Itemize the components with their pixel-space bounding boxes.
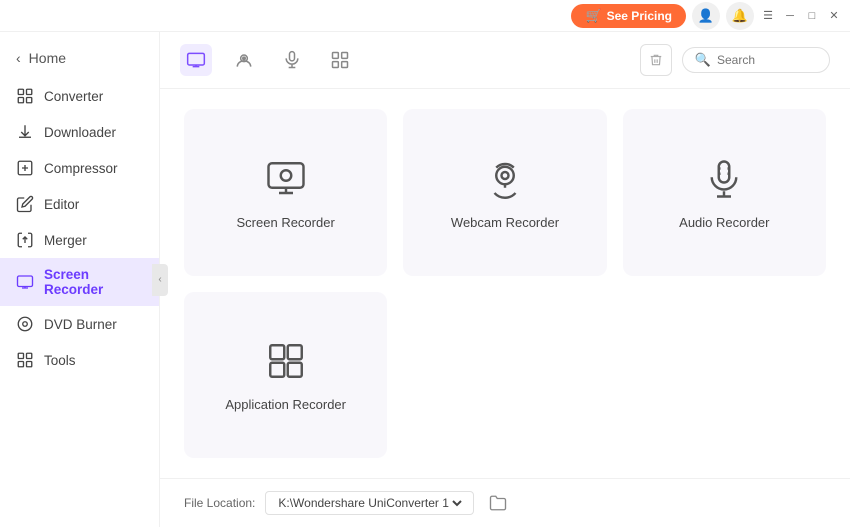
sidebar-item-compressor[interactable]: Compressor [0, 150, 159, 186]
merger-label: Merger [44, 233, 87, 248]
tools-label: Tools [44, 353, 76, 368]
pricing-label: See Pricing [607, 9, 672, 23]
screen-recorder-label: Screen Recorder [44, 267, 143, 297]
audio-recorder-card[interactable]: Audio Recorder [623, 109, 826, 276]
close-button[interactable]: ✕ [826, 8, 842, 24]
bell-icon[interactable]: 🔔 [726, 2, 754, 30]
downloader-icon [16, 123, 34, 141]
compressor-label: Compressor [44, 161, 118, 176]
minimize-button[interactable]: ─ [782, 8, 798, 24]
back-arrow-icon: ‹ [16, 50, 21, 66]
webcam-recorder-card-icon [481, 155, 529, 203]
tab-screen-recorder[interactable] [180, 44, 212, 76]
screen-recorder-card[interactable]: Screen Recorder [184, 109, 387, 276]
screen-recorder-card-icon [262, 155, 310, 203]
toolbar: 🔍 [160, 32, 850, 89]
titlebar: 🛒 See Pricing 👤 🔔 ☰ ─ □ ✕ [0, 0, 850, 32]
file-location-path: K:\Wondershare UniConverter 1 [265, 491, 474, 515]
application-recorder-card-icon [262, 337, 310, 385]
recorder-grid: Screen Recorder Webcam Recorder [160, 89, 850, 478]
search-icon: 🔍 [695, 52, 711, 68]
pricing-button[interactable]: 🛒 See Pricing [571, 4, 686, 28]
tab-webcam-recorder[interactable] [228, 44, 260, 76]
home-label: Home [29, 50, 66, 66]
sidebar-item-screen-recorder[interactable]: Screen Recorder [0, 258, 159, 306]
webcam-recorder-card-label: Webcam Recorder [451, 215, 559, 230]
audio-recorder-card-icon [700, 155, 748, 203]
sidebar-item-converter[interactable]: Converter [0, 78, 159, 114]
editor-icon [16, 195, 34, 213]
application-recorder-card[interactable]: Application Recorder [184, 292, 387, 459]
converter-icon [16, 87, 34, 105]
sidebar-item-tools[interactable]: Tools [0, 342, 159, 378]
merger-icon [16, 231, 34, 249]
editor-label: Editor [44, 197, 79, 212]
user-icon[interactable]: 👤 [692, 2, 720, 30]
tools-icon [16, 351, 34, 369]
dvd-burner-label: DVD Burner [44, 317, 117, 332]
webcam-recorder-card[interactable]: Webcam Recorder [403, 109, 606, 276]
sidebar-item-downloader[interactable]: Downloader [0, 114, 159, 150]
file-location-select[interactable]: K:\Wondershare UniConverter 1 [274, 495, 465, 511]
maximize-button[interactable]: □ [804, 8, 820, 24]
screen-recorder-card-label: Screen Recorder [237, 215, 335, 230]
search-box: 🔍 [682, 47, 830, 73]
toolbar-actions: 🔍 [640, 44, 830, 76]
search-input[interactable] [717, 53, 817, 67]
tab-app-recorder[interactable] [324, 44, 356, 76]
sidebar: ‹ Home Converter Downloader [0, 32, 160, 527]
file-location-label: File Location: [184, 496, 255, 510]
downloader-label: Downloader [44, 125, 116, 140]
main-layout: ‹ Home Converter Downloader [0, 32, 850, 527]
content-area: 🔍 Screen Recorder [160, 32, 850, 527]
sidebar-item-editor[interactable]: Editor [0, 186, 159, 222]
converter-label: Converter [44, 89, 103, 104]
tab-audio-recorder[interactable] [276, 44, 308, 76]
sidebar-back-button[interactable]: ‹ Home [0, 42, 159, 74]
audio-recorder-card-label: Audio Recorder [679, 215, 769, 230]
screen-recorder-icon [16, 273, 34, 291]
browse-folder-button[interactable] [484, 489, 512, 517]
application-recorder-card-label: Application Recorder [225, 397, 346, 412]
sidebar-item-dvd-burner[interactable]: DVD Burner [0, 306, 159, 342]
menu-button[interactable]: ☰ [760, 8, 776, 24]
file-location-bar: File Location: K:\Wondershare UniConvert… [160, 478, 850, 527]
sidebar-item-merger[interactable]: Merger [0, 222, 159, 258]
delete-button[interactable] [640, 44, 672, 76]
sidebar-collapse-handle[interactable]: ‹ [152, 264, 168, 296]
dvd-burner-icon [16, 315, 34, 333]
compressor-icon [16, 159, 34, 177]
cart-icon: 🛒 [585, 8, 601, 24]
